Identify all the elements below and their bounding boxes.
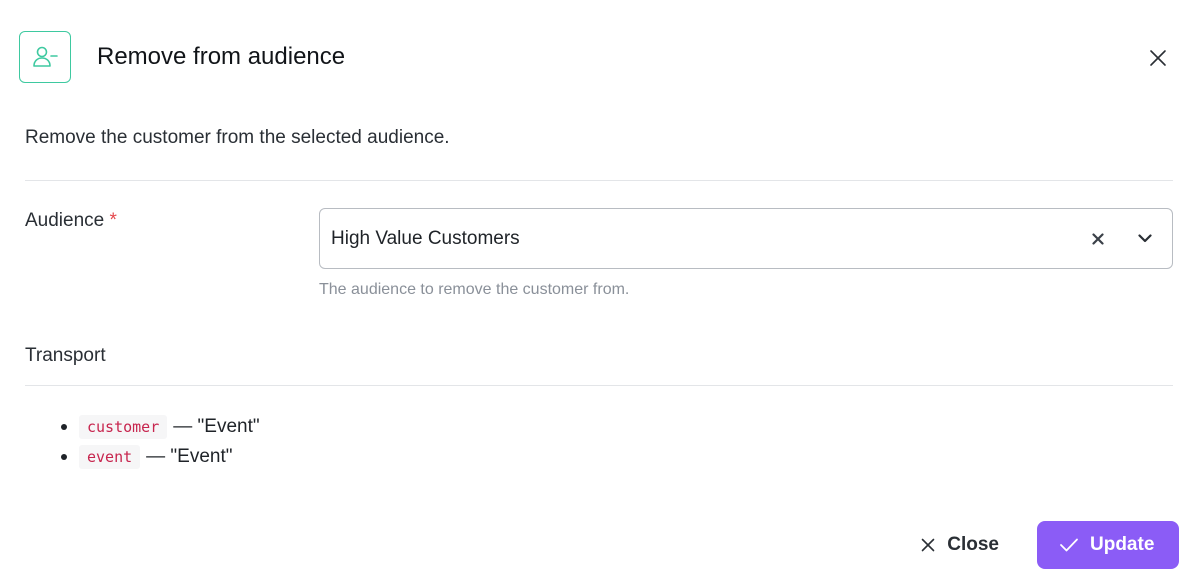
close-button-label: Close	[947, 534, 999, 555]
transport-code: customer	[79, 415, 168, 439]
list-item: event — "Event"	[25, 442, 260, 472]
divider	[25, 385, 1173, 386]
close-icon	[921, 538, 935, 552]
divider	[25, 180, 1173, 181]
user-minus-icon	[19, 31, 71, 83]
audience-select-value: High Value Customers	[331, 227, 520, 249]
audience-label: Audience *	[25, 210, 117, 232]
clear-icon[interactable]	[1090, 231, 1106, 247]
transport-text: — "Event"	[173, 416, 260, 437]
transport-list: customer — "Event" event — "Event"	[25, 412, 260, 472]
chevron-down-icon[interactable]	[1136, 230, 1154, 248]
bullet	[61, 454, 67, 460]
transport-text: — "Event"	[146, 446, 233, 467]
transport-code: event	[79, 445, 141, 469]
bullet	[61, 424, 67, 430]
list-item: customer — "Event"	[25, 412, 260, 442]
update-button[interactable]: Update	[1037, 521, 1179, 569]
dialog-description: Remove the customer from the selected au…	[25, 127, 450, 148]
dialog-header: Remove from audience	[19, 31, 345, 83]
dialog-title: Remove from audience	[97, 43, 346, 70]
transport-title: Transport	[25, 345, 106, 366]
check-icon	[1060, 538, 1078, 552]
audience-hint: The audience to remove the customer from…	[319, 281, 630, 298]
audience-label-text: Audience	[25, 210, 105, 231]
dialog-footer: Close Update	[905, 521, 1179, 569]
required-marker: *	[109, 210, 117, 231]
close-button[interactable]: Close	[905, 522, 1015, 569]
update-button-label: Update	[1090, 534, 1155, 555]
remove-from-audience-dialog: Remove from audience Remove the customer…	[0, 0, 1192, 583]
close-icon[interactable]	[1148, 48, 1168, 68]
audience-select[interactable]: High Value Customers	[319, 208, 1173, 269]
